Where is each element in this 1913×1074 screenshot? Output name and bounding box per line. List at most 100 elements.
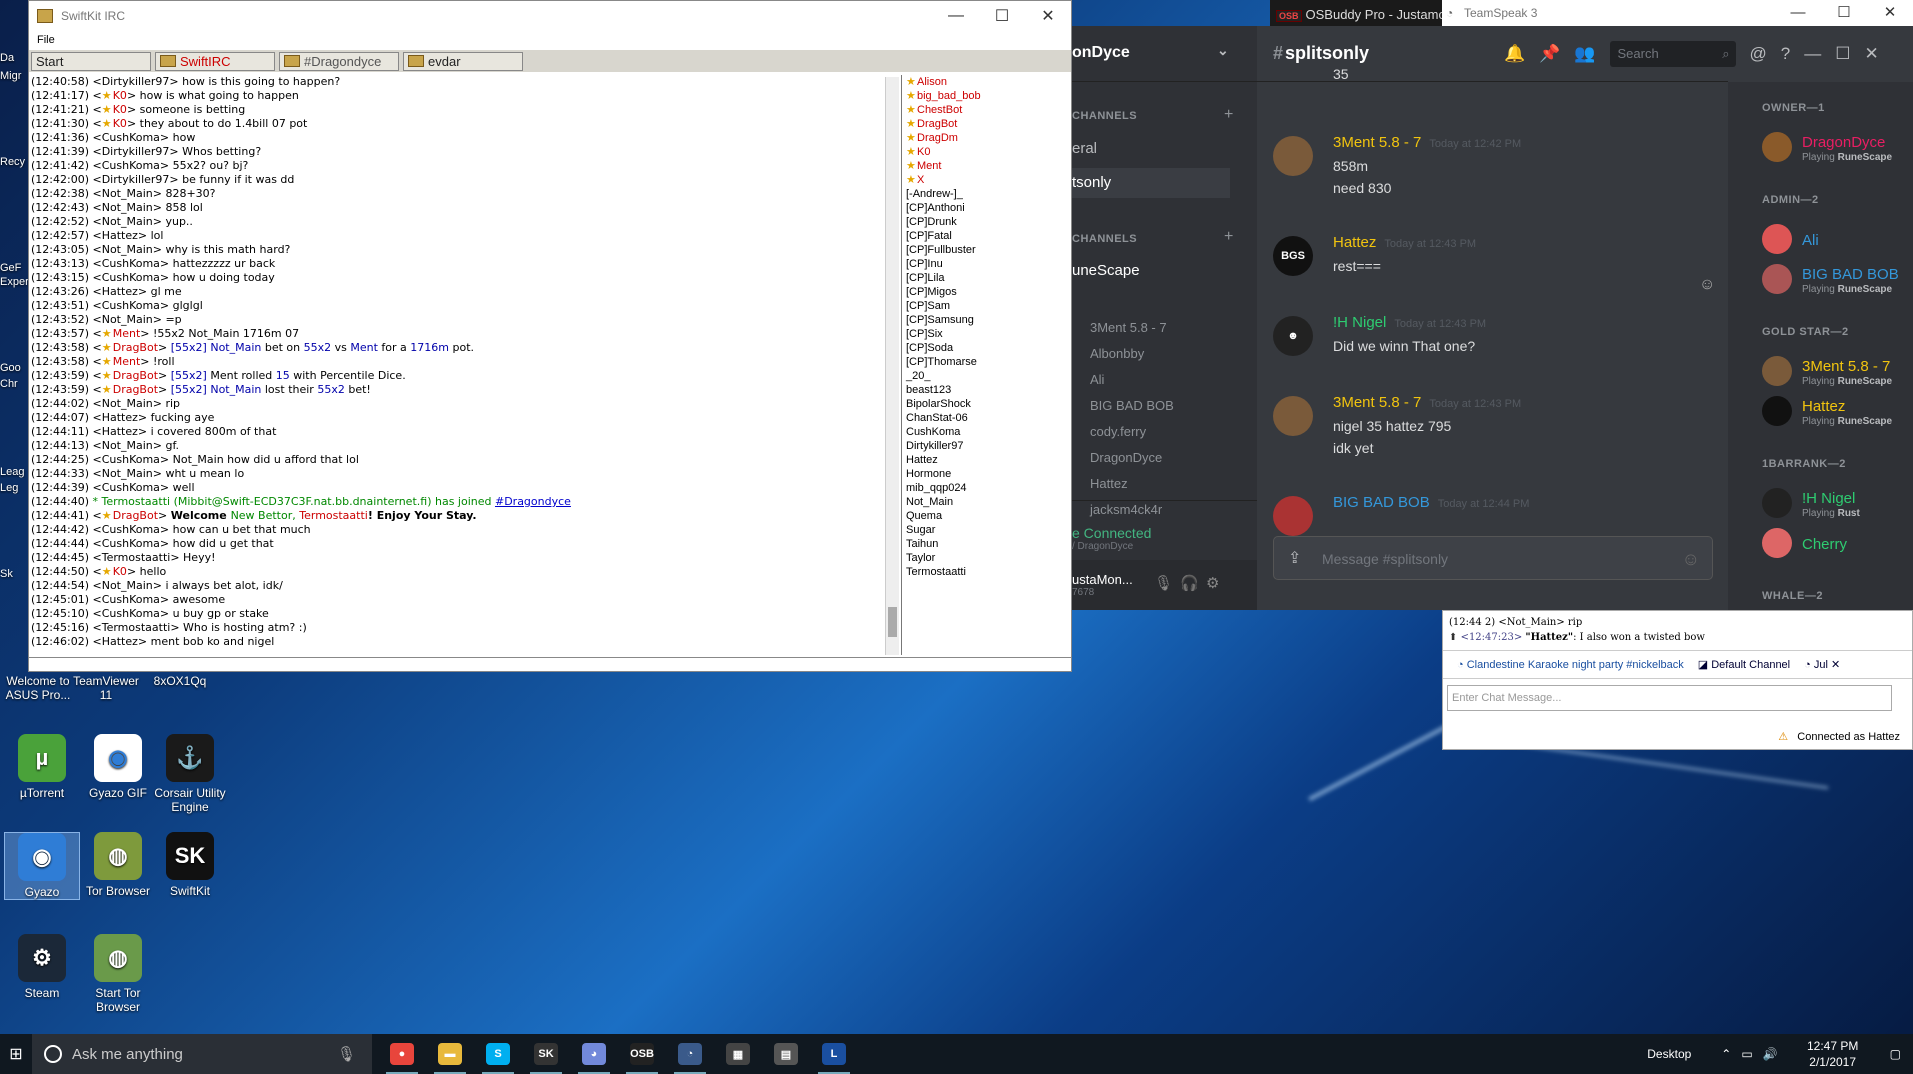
close-button[interactable]: ✕ <box>1865 44 1879 64</box>
member-item[interactable]: Hattez Playing RuneScape <box>1762 396 1912 432</box>
minimize-button[interactable]: — <box>1775 0 1821 26</box>
desktop-icon-partial-label[interactable]: Sk <box>0 568 30 580</box>
author-name[interactable]: !H Nigel <box>1333 314 1386 331</box>
windows-start-button[interactable]: ⊞ <box>0 1034 32 1074</box>
irc-nick-list[interactable]: ★Alison ★big_bad_bob ★ChestBot ★DragBot ★Dra… <box>901 75 1069 655</box>
nick-item[interactable]: Taylor <box>906 551 1069 565</box>
cortana-search[interactable]: Ask me anything 🎙 <box>32 1034 372 1074</box>
taskbar-app-skype[interactable]: S <box>474 1034 522 1074</box>
desktop-icon-partial-label[interactable]: Leg <box>0 482 30 494</box>
mention-icon[interactable]: @ <box>1750 44 1767 64</box>
channel-link[interactable]: #Dragondyce <box>495 495 571 508</box>
nick-item[interactable]: [CP]Samsung <box>906 313 1069 327</box>
avatar[interactable] <box>1273 136 1313 176</box>
desktop-icon[interactable]: ◉ Gyazo <box>4 832 80 900</box>
chevron-up-icon[interactable]: ⌃ <box>1721 1047 1731 1061</box>
emoji-icon[interactable]: ☺ <box>1682 537 1700 581</box>
taskbar-app-league[interactable]: L <box>810 1034 858 1074</box>
tab-ts-channel[interactable]: ◔ Clandestine Karaoke night party #nicke… <box>1457 659 1684 671</box>
irc-chat-log[interactable]: (12:40:58) <Dirtykiller97> how is this g… <box>29 75 897 655</box>
teamspeak-titlebar[interactable]: ◔ TeamSpeak 3 — ☐ ✕ <box>1442 0 1913 26</box>
nick-item[interactable]: Taihun <box>906 537 1069 551</box>
nick-item[interactable]: ★Alison <box>906 75 1069 89</box>
tab-ts-private[interactable]: ◔ Jul ✕ <box>1804 658 1840 671</box>
member-item[interactable]: Ali <box>1762 224 1912 260</box>
add-channel-icon[interactable]: + <box>1224 106 1233 124</box>
nick-item[interactable]: Termostaatti <box>906 565 1069 579</box>
nick-item[interactable]: beast123 <box>906 383 1069 397</box>
author-name[interactable]: 3Ment 5.8 - 7 <box>1333 134 1421 151</box>
desktop-icon-teamviewer[interactable]: TeamViewer 11 <box>68 674 144 702</box>
chevron-down-icon[interactable]: ⌄ <box>1217 42 1229 59</box>
clock[interactable]: 12:47 PM 2/1/2017 <box>1788 1038 1878 1070</box>
voice-user[interactable]: DragonDyce <box>1090 450 1162 465</box>
author-name[interactable]: Hattez <box>1333 234 1376 251</box>
minimize-button[interactable]: — <box>933 7 979 25</box>
voice-user[interactable]: Hattez <box>1090 476 1128 491</box>
nick-item[interactable]: Hattez <box>906 453 1069 467</box>
network-icon[interactable]: ▭ <box>1741 1047 1752 1061</box>
voice-channel-runescape[interactable]: uneScape <box>1072 262 1140 279</box>
nick-item[interactable]: mib_qqp024 <box>906 481 1069 495</box>
nick-item[interactable]: [CP]Inu <box>906 257 1069 271</box>
voice-channels-category[interactable]: CHANNELS <box>1072 233 1137 245</box>
nick-item[interactable]: [CP]Six <box>906 327 1069 341</box>
desktop-icon[interactable]: ⚓ Corsair Utility Engine <box>152 734 228 814</box>
taskbar-app-osbuddy[interactable]: OSB <box>618 1034 666 1074</box>
text-channels-category[interactable]: CHANNELS <box>1072 110 1137 122</box>
taskbar-app-discord[interactable]: ◕ <box>570 1034 618 1074</box>
voice-user[interactable]: 3Ment 5.8 - 7 <box>1090 320 1167 335</box>
message-author[interactable]: BIG BAD BOB Today at 12:44 PM <box>1333 494 1529 511</box>
ts-chat-log[interactable]: (12:44 2) <Not_Main> rip ⬆ <12:47:23> "H… <box>1443 611 1912 651</box>
members-icon[interactable]: 👥 <box>1574 44 1595 64</box>
desktop-icon-asus[interactable]: Welcome to ASUS Pro... <box>0 674 76 702</box>
search-input[interactable]: Search ⌕ <box>1609 41 1736 67</box>
desktop-icon-partial-label[interactable]: Exper <box>0 276 30 288</box>
nick-item[interactable]: [CP]Fullbuster <box>906 243 1069 257</box>
avatar[interactable]: ☻ <box>1273 316 1313 356</box>
nick-item[interactable]: ★DragDm <box>906 131 1069 145</box>
nick-item[interactable]: ★K0 <box>906 145 1069 159</box>
author-name[interactable]: 3Ment 5.8 - 7 <box>1333 394 1421 411</box>
nick-item[interactable]: [CP]Anthoni <box>906 201 1069 215</box>
tab-ts-default[interactable]: ◪ Default Channel <box>1698 658 1790 671</box>
nick-item[interactable]: [CP]Sam <box>906 299 1069 313</box>
desktop-icon-partial-label[interactable]: Recy <box>0 156 30 168</box>
nick-item[interactable]: [-Andrew-]_ <box>906 187 1069 201</box>
tab-dragondyce[interactable]: #Dragondyce <box>279 51 399 71</box>
taskbar-app-chrome[interactable]: ● <box>378 1034 426 1074</box>
headphones-icon[interactable]: 🎧 <box>1180 574 1199 592</box>
settings-gear-icon[interactable]: ⚙ <box>1206 574 1219 592</box>
chat-scrollbar[interactable] <box>885 77 899 655</box>
desktop-icon-partial-label[interactable]: Da <box>0 52 30 64</box>
nick-item[interactable]: Quema <box>906 509 1069 523</box>
taskbar-app-calculator[interactable]: ▤ <box>762 1034 810 1074</box>
channel-splitsonly[interactable]: tsonly <box>1072 168 1230 198</box>
close-button[interactable]: ✕ <box>1867 0 1913 26</box>
tab-start[interactable]: Start <box>31 51 151 71</box>
menu-file[interactable]: File <box>29 31 1071 50</box>
member-item[interactable]: Cherry <box>1762 528 1912 564</box>
voice-user[interactable]: cody.ferry <box>1090 424 1146 439</box>
desktop-icon-partial-label[interactable]: Chr <box>0 378 30 390</box>
add-channel-icon[interactable]: + <box>1224 228 1233 246</box>
tab-evdar[interactable]: evdar <box>403 51 523 71</box>
scrollbar-thumb[interactable] <box>888 607 897 637</box>
desktop-icon-partial-label[interactable]: Goo <box>0 362 30 374</box>
member-item[interactable]: 3Ment 5.8 - 7 Playing RuneScape <box>1762 356 1912 392</box>
nick-item[interactable]: ★X <box>906 173 1069 187</box>
nick-item[interactable]: ★DragBot <box>906 117 1069 131</box>
desktop-icon-partial-label[interactable]: Migr <box>0 70 30 82</box>
taskbar-app-grid-app[interactable]: ▦ <box>714 1034 762 1074</box>
voice-user[interactable]: Albonbby <box>1090 346 1144 361</box>
message-author[interactable]: Hattez Today at 12:43 PM <box>1333 234 1476 251</box>
desktop-icon[interactable]: µ µTorrent <box>4 734 80 800</box>
tab-swiftirc[interactable]: SwiftIRC <box>155 51 275 71</box>
avatar[interactable] <box>1273 396 1313 436</box>
message-author[interactable]: 3Ment 5.8 - 7 Today at 12:43 PM <box>1333 394 1521 411</box>
nick-item[interactable]: ★Ment <box>906 159 1069 173</box>
desktop-icon[interactable]: ◍ Start Tor Browser <box>80 934 156 1014</box>
message-input[interactable]: Message #splitsonly ⇪ ☺ <box>1273 536 1713 580</box>
taskbar-app-explorer[interactable]: ▬ <box>426 1034 474 1074</box>
mic-icon[interactable]: 🎙 <box>1154 574 1173 592</box>
